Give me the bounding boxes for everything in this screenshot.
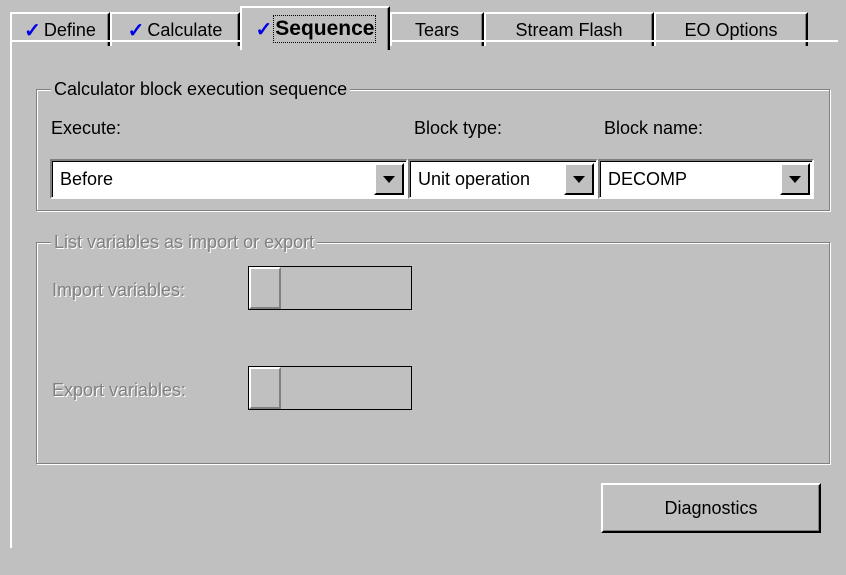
block-type-value: Unit operation <box>418 168 531 189</box>
block-name-dropdown[interactable]: DECOMP <box>598 159 814 199</box>
export-variables-field <box>248 366 412 410</box>
tab-eo-options-label: EO Options <box>684 19 778 40</box>
execute-dropdown[interactable]: Before <box>50 159 408 199</box>
export-variables-label: Export variables: <box>52 380 187 400</box>
checkmark-icon: ✓ <box>255 18 273 41</box>
block-name-dropdown-button[interactable] <box>780 163 810 195</box>
block-type-dropdown[interactable]: Unit operation <box>408 159 598 199</box>
tab-define-label: Define <box>43 19 96 40</box>
import-variables-button <box>249 267 281 309</box>
chevron-down-icon <box>573 175 585 183</box>
checkmark-icon: ✓ <box>127 19 145 42</box>
import-variables-field <box>248 266 412 310</box>
block-name-label: Block name: <box>604 118 704 138</box>
tab-tears-label: Tears <box>414 19 459 40</box>
export-variables-button <box>249 367 281 409</box>
sequence-group-title: Calculator block execution sequence <box>51 78 351 100</box>
chevron-down-icon <box>383 175 395 183</box>
block-name-value: DECOMP <box>608 168 688 189</box>
variables-group: List variables as import or export <box>36 231 830 464</box>
import-variables-label: Import variables: <box>52 280 186 300</box>
checkmark-icon: ✓ <box>24 19 41 42</box>
tab-calculate-label: Calculate <box>147 19 223 40</box>
tab-sequence-label: Sequence <box>273 15 377 43</box>
execute-dropdown-button[interactable] <box>374 163 404 195</box>
chevron-down-icon <box>789 175 801 183</box>
variables-group-title: List variables as import or export <box>51 231 318 253</box>
tab-panel: Calculator block execution sequence Exec… <box>10 40 838 548</box>
block-type-dropdown-button[interactable] <box>564 163 594 195</box>
tab-stream-flash-label: Stream Flash <box>515 19 623 40</box>
execute-value: Before <box>60 168 114 189</box>
tab-sequence[interactable]: ✓ Sequence <box>240 6 390 50</box>
diagnostics-button[interactable]: Diagnostics <box>601 483 821 533</box>
execute-label: Execute: <box>51 118 122 138</box>
block-type-label: Block type: <box>414 118 503 138</box>
